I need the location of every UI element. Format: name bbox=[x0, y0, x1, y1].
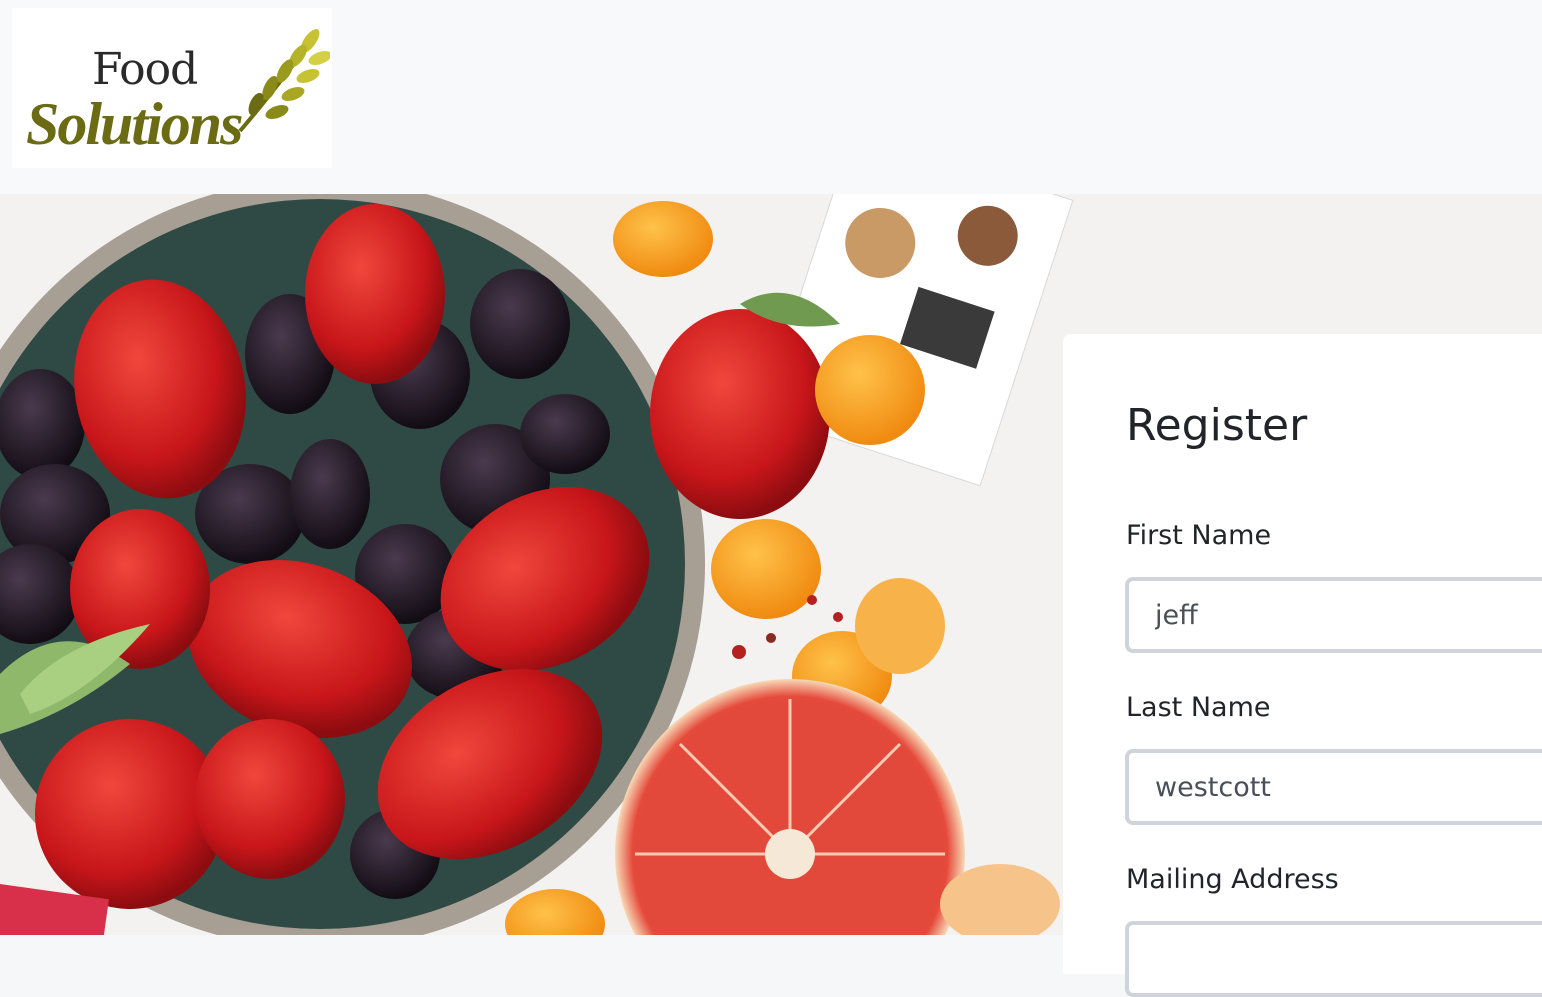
navbar: Food Solutions bbox=[0, 0, 1542, 194]
wheat-icon bbox=[238, 29, 330, 133]
mailing-address-input[interactable] bbox=[1125, 921, 1542, 997]
register-title: Register bbox=[1126, 400, 1308, 451]
register-card: Register First Name Last Name Mailing Ad… bbox=[1063, 334, 1542, 997]
mailing-address-label: Mailing Address bbox=[1126, 864, 1339, 895]
first-name-label: First Name bbox=[1126, 520, 1272, 551]
last-name-label: Last Name bbox=[1126, 692, 1271, 723]
first-name-input[interactable] bbox=[1125, 577, 1542, 653]
brand-food-text: Food bbox=[92, 44, 198, 95]
brand-logo[interactable]: Food Solutions bbox=[12, 8, 332, 168]
brand-solutions-text: Solutions bbox=[26, 91, 243, 157]
last-name-input[interactable] bbox=[1125, 749, 1542, 825]
